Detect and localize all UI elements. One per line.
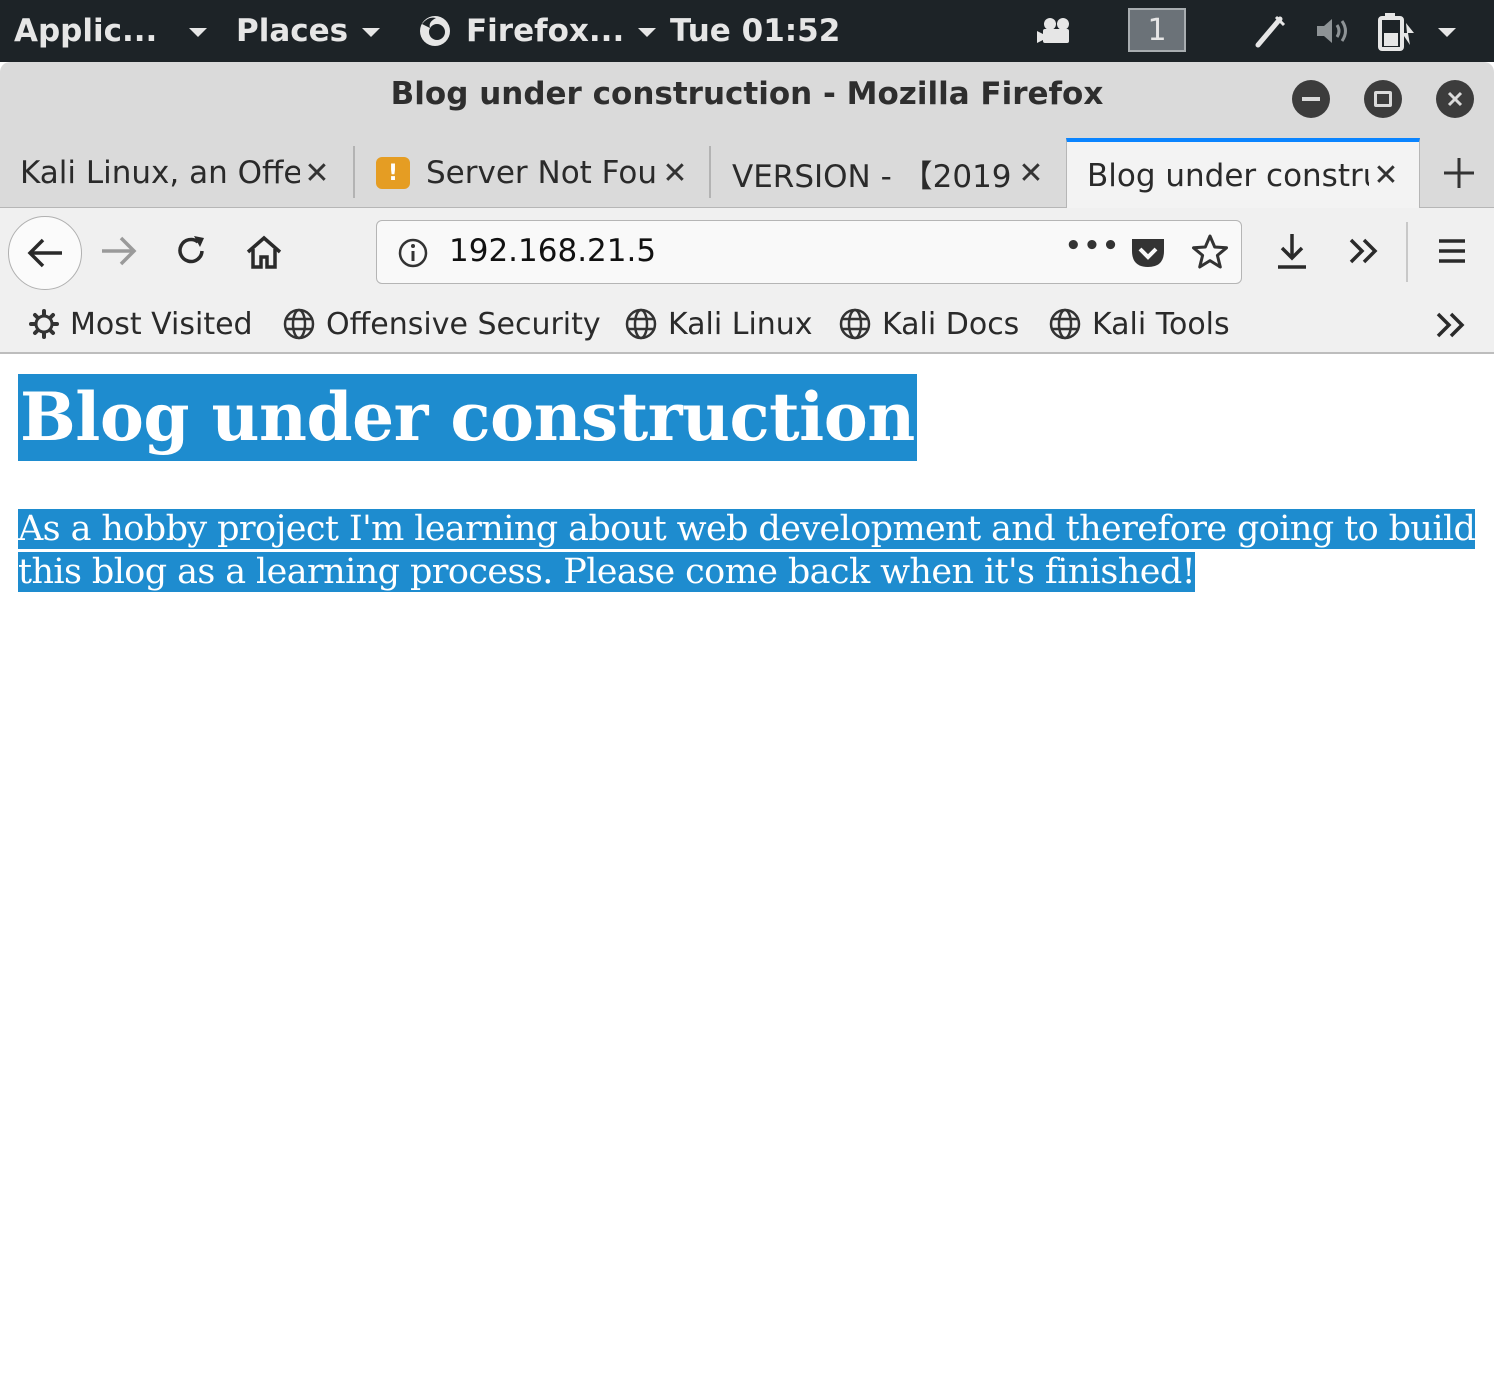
toolbar-separator xyxy=(1406,222,1408,282)
battery-icon[interactable] xyxy=(1374,12,1418,51)
bookmark-label: Kali Docs xyxy=(882,306,1020,342)
globe-icon xyxy=(283,308,315,340)
firefox-window: Blog under construction - Mozilla Firefo… xyxy=(0,62,1494,1390)
bookmarks-overflow-button[interactable] xyxy=(1428,304,1474,346)
tab-blog-under-construction[interactable]: Blog under construction ✕ xyxy=(1066,138,1420,209)
tab-kali-linux[interactable]: Kali Linux, an Offensive Security ✕ xyxy=(0,138,350,208)
chevron-double-right-icon xyxy=(1436,312,1465,338)
globe-icon xyxy=(625,308,657,340)
reload-icon xyxy=(178,236,204,264)
firefox-app-menu[interactable]: Firefox... xyxy=(418,0,657,62)
url-text[interactable]: 192.168.21.5 xyxy=(449,233,656,269)
page-actions-icon[interactable]: ••• xyxy=(1065,231,1121,261)
maximize-button[interactable] xyxy=(1364,80,1402,118)
page-content: Blog under construction As a hobby proje… xyxy=(0,354,1494,1390)
close-icon[interactable]: ✕ xyxy=(300,156,334,191)
home-icon xyxy=(246,235,282,269)
video-camera-icon[interactable] xyxy=(1036,12,1076,50)
maximize-icon xyxy=(1374,91,1392,107)
workspace-indicator[interactable]: 1 xyxy=(1128,8,1186,52)
applications-label: Applic... xyxy=(14,13,158,49)
pocket-icon[interactable] xyxy=(1129,235,1167,271)
info-icon[interactable] xyxy=(397,237,429,269)
chevron-double-right-icon xyxy=(1349,238,1378,264)
page-paragraph: As a hobby project I'm learning about we… xyxy=(18,508,1478,594)
globe-icon xyxy=(839,308,871,340)
hamburger-icon xyxy=(1439,239,1465,263)
minimize-icon xyxy=(1302,97,1320,101)
warning-icon: ! xyxy=(376,157,410,189)
close-icon[interactable]: ✕ xyxy=(1369,158,1403,193)
page-heading: Blog under construction xyxy=(18,374,917,461)
tab-server-not-found[interactable]: ! Server Not Found ✕ xyxy=(356,138,708,208)
bookmark-kali-tools[interactable]: Kali Tools xyxy=(1048,302,1230,346)
places-menu[interactable]: Places xyxy=(236,0,381,62)
back-button[interactable] xyxy=(8,216,82,290)
close-icon[interactable]: ✕ xyxy=(1014,156,1048,191)
bookmark-kali-linux[interactable]: Kali Linux xyxy=(624,302,813,346)
bookmark-label: Kali Tools xyxy=(1092,306,1230,342)
forward-button[interactable] xyxy=(96,228,142,274)
bookmark-kali-docs[interactable]: Kali Docs xyxy=(838,302,1019,346)
globe-icon xyxy=(1049,308,1081,340)
url-bar[interactable]: 192.168.21.5 ••• xyxy=(376,220,1242,284)
window-title: Blog under construction - Mozilla Firefo… xyxy=(390,76,1104,112)
gear-icon xyxy=(29,309,59,339)
tab-separator xyxy=(709,146,711,198)
top-panel: Applic... Places Firefox... Tue 01:52 1 xyxy=(0,0,1494,62)
arrow-left-icon xyxy=(27,238,62,268)
volume-icon[interactable] xyxy=(1314,12,1354,50)
overflow-menu-button[interactable] xyxy=(1340,228,1388,274)
firefox-icon xyxy=(420,16,450,46)
navigation-toolbar: 192.168.21.5 ••• xyxy=(0,208,1494,294)
plus-icon xyxy=(1444,158,1474,188)
chevron-down-icon xyxy=(362,27,381,37)
bookmark-label: Most Visited xyxy=(70,306,253,342)
arrow-right-icon xyxy=(102,236,137,266)
tab-label: VERSION - 【2019 xyxy=(732,158,1012,195)
download-icon xyxy=(1278,234,1306,269)
tab-version[interactable]: VERSION - 【2019 ✕ xyxy=(712,138,1064,208)
chevron-down-icon xyxy=(1438,27,1456,37)
close-icon xyxy=(1447,91,1463,107)
clock-label: Tue 01:52 xyxy=(670,13,841,49)
chevron-down-icon xyxy=(638,27,657,37)
applications-menu[interactable]: Applic... xyxy=(14,0,208,62)
tab-separator xyxy=(353,146,355,198)
new-tab-button[interactable] xyxy=(1424,138,1494,208)
bookmark-offensive-security[interactable]: Offensive Security xyxy=(282,302,601,346)
hamburger-menu-button[interactable] xyxy=(1428,228,1476,274)
tab-label: Server Not Found xyxy=(426,155,658,191)
close-window-button[interactable] xyxy=(1436,80,1474,118)
downloads-button[interactable] xyxy=(1268,226,1316,276)
firefox-app-label: Firefox... xyxy=(466,13,625,49)
clock[interactable]: Tue 01:52 xyxy=(670,0,840,62)
network-wired-icon[interactable] xyxy=(1250,12,1290,50)
system-menu[interactable] xyxy=(1438,0,1456,62)
home-button[interactable] xyxy=(240,228,288,276)
places-label: Places xyxy=(236,13,349,49)
bookmarks-toolbar: Most Visited Offensive Security Kali Lin… xyxy=(0,294,1494,354)
tab-strip: Kali Linux, an Offensive Security ✕ ! Se… xyxy=(0,132,1494,209)
tab-label: Kali Linux, an Offensive Security xyxy=(20,155,300,191)
tab-label: Blog under construction xyxy=(1087,157,1369,194)
page-paragraph-text: As a hobby project I'm learning about we… xyxy=(18,509,1476,592)
bookmark-star-icon[interactable] xyxy=(1191,233,1229,271)
bookmark-label: Offensive Security xyxy=(326,306,601,342)
chevron-down-icon xyxy=(189,27,208,37)
close-icon[interactable]: ✕ xyxy=(658,156,692,191)
reload-button[interactable] xyxy=(168,228,214,274)
titlebar[interactable]: Blog under construction - Mozilla Firefo… xyxy=(0,62,1494,132)
minimize-button[interactable] xyxy=(1292,80,1330,118)
bookmark-most-visited[interactable]: Most Visited xyxy=(28,302,253,346)
bookmark-label: Kali Linux xyxy=(668,306,813,342)
workspace-number: 1 xyxy=(1147,12,1167,48)
